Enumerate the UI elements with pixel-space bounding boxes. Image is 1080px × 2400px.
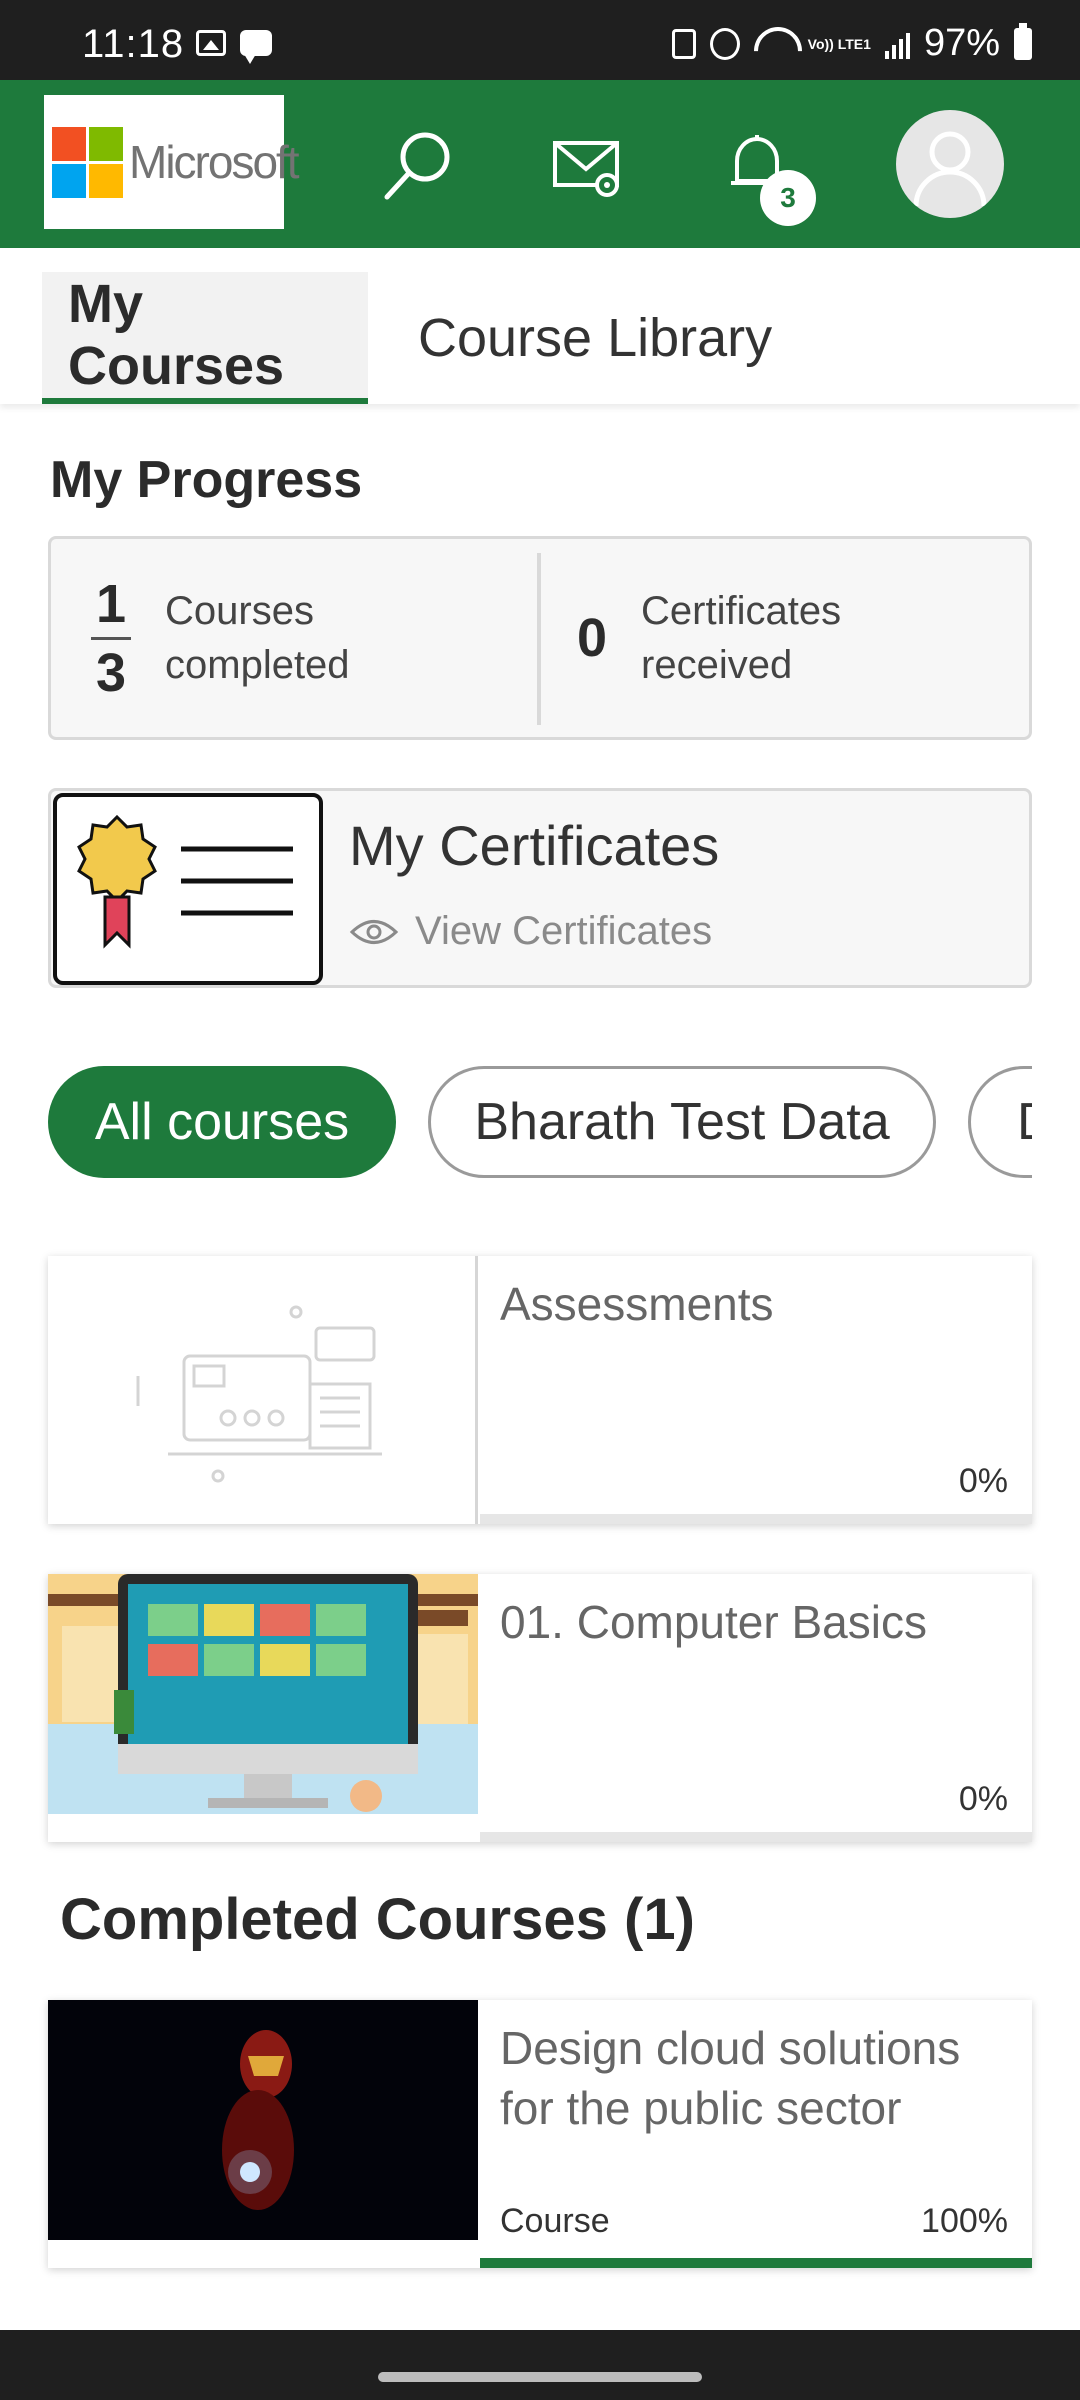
- lte-indicator: Vo)) LTE1: [807, 35, 871, 52]
- course-title: Design cloud solutions for the public se…: [500, 2022, 961, 2134]
- my-certificates-card[interactable]: My Certificates View Certificates: [48, 788, 1032, 988]
- mail-settings-icon: [553, 141, 619, 197]
- notifications-button[interactable]: 3: [712, 120, 816, 226]
- avatar[interactable]: [896, 110, 1004, 218]
- signal-icon: [884, 29, 910, 59]
- battery-percent: 97%: [923, 22, 1000, 64]
- microsoft-logo-grid: [52, 126, 123, 198]
- tab-my-courses[interactable]: My Courses: [42, 272, 368, 404]
- battery-icon: [1014, 22, 1032, 60]
- course-progress-text: 100%: [921, 2202, 1008, 2240]
- system-nav-bar: [0, 2330, 1080, 2400]
- tab-bar: My Courses Course Library: [0, 248, 1080, 404]
- computer-basics-thumbnail: [48, 1574, 478, 1814]
- view-certificates-link[interactable]: View Certificates: [349, 909, 712, 954]
- alarm-icon: [709, 27, 740, 60]
- courses-fraction: 1 3: [91, 577, 131, 700]
- my-progress-title: My Progress: [50, 451, 363, 509]
- courses-total-count: 3: [95, 642, 127, 703]
- course-progress-fill: [480, 2258, 1032, 2268]
- status-left-icons: [196, 30, 272, 64]
- course-progress-text: 0%: [958, 1462, 1008, 1500]
- progress-card: 1 3 Courses completed 0 Certificates rec…: [48, 536, 1032, 740]
- course-type: Course: [500, 2202, 610, 2240]
- search-button[interactable]: [374, 120, 464, 210]
- course-progress-bar: [480, 1514, 1032, 1524]
- course-title: 01. Computer Basics: [500, 1596, 927, 1648]
- courses-completed-label: Courses completed: [165, 589, 350, 687]
- course-progress-bar: [480, 2258, 1032, 2268]
- home-handle[interactable]: [378, 2372, 702, 2382]
- assessments-info: Assessments 0%: [480, 1256, 1032, 1524]
- assessments-thumbnail: [48, 1256, 478, 1524]
- certificates-received-label: Certificates received: [641, 589, 842, 687]
- design-cloud-info: Design cloud solutions for the public se…: [480, 2000, 1032, 2268]
- status-right-icons: Vo)) LTE1 97%: [671, 22, 1032, 65]
- view-certificates-label: View Certificates: [415, 909, 713, 953]
- course-progress-text: 0%: [958, 1780, 1008, 1818]
- certificate-icon: [53, 793, 323, 985]
- wifi-icon: [754, 27, 794, 61]
- course-card-computer-basics[interactable]: 01. Computer Basics 0%: [48, 1574, 1032, 1842]
- chip-bharath-test-data[interactable]: Bharath Test Data: [428, 1066, 936, 1178]
- avatar-icon: [913, 131, 987, 207]
- chip-all-courses[interactable]: All courses: [48, 1066, 396, 1178]
- certificates-count: 0: [577, 608, 608, 668]
- lock-icon: [671, 28, 696, 59]
- logo-text: Microsoft: [129, 136, 300, 188]
- message-icon: [240, 30, 272, 64]
- eye-icon: [349, 919, 399, 944]
- course-card-assessments[interactable]: Assessments 0%: [48, 1256, 1032, 1524]
- completed-courses-title: Completed Courses (1): [60, 1887, 695, 1952]
- search-icon: [384, 132, 450, 200]
- gallery-icon: [196, 30, 226, 56]
- computer-basics-info: 01. Computer Basics 0%: [480, 1574, 1032, 1842]
- chip-partial[interactable]: D: [968, 1066, 1032, 1178]
- messages-button[interactable]: [544, 120, 634, 210]
- course-card-design-cloud[interactable]: Design cloud solutions for the public se…: [48, 2000, 1032, 2268]
- notification-badge: 3: [760, 170, 816, 226]
- microsoft-logo[interactable]: Microsoft: [44, 95, 300, 229]
- status-bar: 11:18 Vo)) LTE1 97%: [0, 0, 1080, 80]
- course-title: Assessments: [500, 1278, 774, 1330]
- course-filter-chips: All courses Bharath Test Data D: [48, 1066, 1032, 1178]
- courses-progress: 1 3 Courses completed: [91, 539, 350, 737]
- my-certificates-title: My Certificates: [349, 814, 720, 877]
- progress-divider: [537, 553, 541, 725]
- status-time: 11:18: [82, 22, 185, 66]
- certificates-progress: 0 Certificates received: [577, 539, 841, 737]
- design-cloud-thumbnail: [48, 2000, 478, 2240]
- course-progress-bar: [480, 1832, 1032, 1842]
- courses-completed-count: 1: [95, 573, 127, 634]
- tab-course-library[interactable]: Course Library: [392, 272, 798, 404]
